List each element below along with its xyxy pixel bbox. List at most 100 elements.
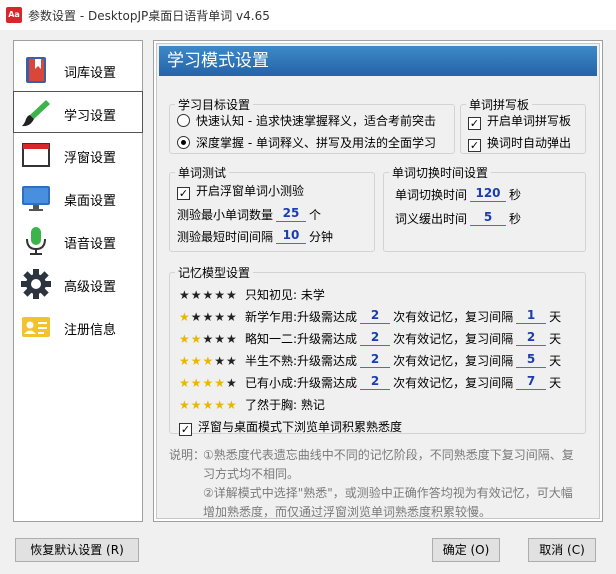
quiz-min-words-row: 测验最小单词数量 25 个 <box>177 206 321 224</box>
restore-defaults-button[interactable]: 恢复默认设置 (R) <box>15 538 139 562</box>
switch-group: 单词切换时间设置 <box>383 164 586 252</box>
memory-level-row: ★★★★★ 略知一二:升级需达成 2 次有效记忆，复习间隔 2 天 <box>179 330 561 348</box>
spelling-open-option[interactable]: ✓ 开启单词拼写板 <box>468 112 571 130</box>
quiz-enable-label: 开启浮窗单词小测验 <box>196 184 305 198</box>
gear-icon <box>21 269 51 299</box>
memory-count-input[interactable]: 2 <box>360 374 391 390</box>
switch-legend: 单词切换时间设置 <box>392 166 489 180</box>
memory-count-input[interactable]: 2 <box>360 330 391 346</box>
switch-time-input[interactable]: 120 <box>470 186 507 202</box>
nav-label-float-window: 浮窗设置 <box>64 151 117 166</box>
note-label: 说明： <box>169 448 206 462</box>
memory-level-name: 新学乍用: <box>245 310 298 324</box>
book-icon <box>26 57 46 83</box>
spelling-auto-label: 换词时自动弹出 <box>487 136 572 150</box>
goal-option-deep[interactable]: 深度掌握 - 单词释义、拼写及用法的全面学习 <box>177 134 436 152</box>
memory-mid-label: 次有效记忆，复习间隔 <box>393 310 514 324</box>
note-line: 习方式均不相同。 <box>203 467 300 481</box>
memory-level-row: ★★★★★ 了然于胸: 熟记 <box>179 396 325 414</box>
page-title: 学习模式设置 <box>159 46 597 76</box>
content-inner: 学习模式设置 学习目标设置 快速认知 - 追求快速掌握释义，适合考前突击 深度掌… <box>156 43 600 519</box>
goal-legend: 学习目标设置 <box>178 98 251 112</box>
quiz-enable-option[interactable]: ✓ 开启浮窗单词小测验 <box>177 182 304 200</box>
goal-option-fast[interactable]: 快速认知 - 追求快速掌握释义，适合考前突击 <box>177 112 436 130</box>
memory-count-input[interactable]: 2 <box>360 352 391 368</box>
nav-label-register: 注册信息 <box>64 323 117 338</box>
goal-deep-radio[interactable] <box>177 136 190 149</box>
switch-time-unit: 秒 <box>509 188 522 202</box>
memory-level-row: ★★★★★ 只知初见: 未学 <box>179 286 325 304</box>
star-rating-icon: ★★★★★ <box>179 288 238 302</box>
memory-days-unit: 天 <box>549 354 562 368</box>
nav-label-study: 学习设置 <box>64 109 117 124</box>
memory-mid-label: 次有效记忆，复习间隔 <box>393 376 514 390</box>
nav-item-study[interactable]: 学习设置 <box>13 91 143 133</box>
nav-label-desktop: 桌面设置 <box>64 194 117 209</box>
star-rating-icon: ★★★★★ <box>179 332 238 346</box>
content-panel: 学习模式设置 学习目标设置 快速认知 - 追求快速掌握释义，适合考前突击 深度掌… <box>153 40 603 522</box>
spelling-auto-option[interactable]: ✓ 换词时自动弹出 <box>468 134 571 152</box>
memory-level-row: ★★★★★ 新学乍用:升级需达成 2 次有效记忆，复习间隔 1 天 <box>179 308 561 326</box>
switch-time-label: 单词切换时间 <box>395 188 468 202</box>
brush-icon <box>22 100 50 127</box>
star-rating-icon: ★★★★★ <box>179 398 238 412</box>
memory-legend: 记忆模型设置 <box>178 266 251 280</box>
nav-item-float-window[interactable]: 浮窗设置 <box>14 134 142 176</box>
note-line: ②详解模式中选择"熟悉"，或测验中正确作答均视为有效记忆，可大幅 <box>203 486 573 500</box>
memory-days-input[interactable]: 5 <box>516 352 547 368</box>
memory-days-input[interactable]: 7 <box>516 374 547 390</box>
memory-mid-label: 次有效记忆，复习间隔 <box>393 332 514 346</box>
memory-upgrade-label: 升级需达成 <box>297 310 358 324</box>
memory-upgrade-label: 升级需达成 <box>297 376 358 390</box>
memory-count-input[interactable]: 2 <box>360 308 391 324</box>
nav-item-voice[interactable]: 语音设置 <box>14 220 142 262</box>
delay-time-label: 词义缓出时间 <box>395 212 468 226</box>
delay-time-input[interactable]: 5 <box>470 210 507 226</box>
nav-item-register[interactable]: 注册信息 <box>14 306 142 348</box>
star-rating-icon: ★★★★★ <box>179 310 238 324</box>
cancel-button[interactable]: 取消 (C) <box>528 538 596 562</box>
app-logo-icon: Aa <box>6 7 22 23</box>
goal-fast-radio[interactable] <box>177 114 190 127</box>
spelling-auto-checkbox[interactable]: ✓ <box>468 139 481 152</box>
nav-item-library[interactable]: 词库设置 <box>14 49 142 91</box>
delay-time-unit: 秒 <box>509 212 522 226</box>
spelling-open-checkbox[interactable]: ✓ <box>468 117 481 130</box>
title-bar: Aa 参数设置 - DesktopJP桌面日语背单词 v4.65 <box>0 0 616 30</box>
quiz-min-words-input[interactable]: 25 <box>276 206 307 222</box>
nav-item-advanced[interactable]: 高级设置 <box>14 263 142 305</box>
settings-nav: 词库设置 学习设置 浮窗设置 桌面设置 语音设置 高级设置 注册信息 <box>13 40 143 522</box>
memory-browse-option[interactable]: ✓ 浮窗与桌面模式下浏览单词积累熟悉度 <box>179 418 402 436</box>
goal-deep-label: 深度掌握 - 单词释义、拼写及用法的全面学习 <box>196 136 436 150</box>
quiz-legend: 单词测试 <box>178 166 227 180</box>
quiz-min-words-unit: 个 <box>309 208 322 222</box>
memory-browse-checkbox[interactable]: ✓ <box>179 423 192 436</box>
microphone-icon <box>26 227 46 255</box>
memory-upgrade-label: 升级需达成 <box>297 354 358 368</box>
star-rating-icon: ★★★★★ <box>179 354 238 368</box>
ok-button[interactable]: 确定 (O) <box>432 538 500 562</box>
memory-days-input[interactable]: 1 <box>516 308 547 324</box>
memory-level-text: 未学 <box>300 288 325 302</box>
memory-days-input[interactable]: 2 <box>516 330 547 346</box>
window-icon <box>22 143 50 167</box>
window-title: 参数设置 - DesktopJP桌面日语背单词 v4.65 <box>28 9 270 23</box>
memory-browse-label: 浮窗与桌面模式下浏览单词积累熟悉度 <box>198 420 403 434</box>
memory-level-row: ★★★★★ 已有小成:升级需达成 2 次有效记忆，复习间隔 7 天 <box>179 374 561 392</box>
switch-time-row: 单词切换时间 120 秒 <box>395 186 521 204</box>
note-line: 增加熟悉度，而仅通过浮窗浏览单词熟悉度积累较慢。 <box>203 505 492 519</box>
spelling-legend: 单词拼写板 <box>469 98 530 112</box>
delay-time-row: 词义缓出时间 5 秒 <box>395 210 521 228</box>
nav-label-library: 词库设置 <box>64 66 117 81</box>
quiz-interval-input[interactable]: 10 <box>276 228 307 244</box>
star-rating-icon: ★★★★★ <box>179 376 238 390</box>
memory-days-unit: 天 <box>549 376 562 390</box>
quiz-enable-checkbox[interactable]: ✓ <box>177 187 190 200</box>
memory-level-name: 略知一二: <box>245 332 298 346</box>
nav-item-desktop[interactable]: 桌面设置 <box>14 177 142 219</box>
spelling-open-label: 开启单词拼写板 <box>487 114 572 128</box>
memory-level-name: 已有小成: <box>245 376 298 390</box>
nav-label-voice: 语音设置 <box>64 237 117 252</box>
quiz-min-words-label: 测验最小单词数量 <box>177 208 274 222</box>
memory-days-unit: 天 <box>549 310 562 324</box>
